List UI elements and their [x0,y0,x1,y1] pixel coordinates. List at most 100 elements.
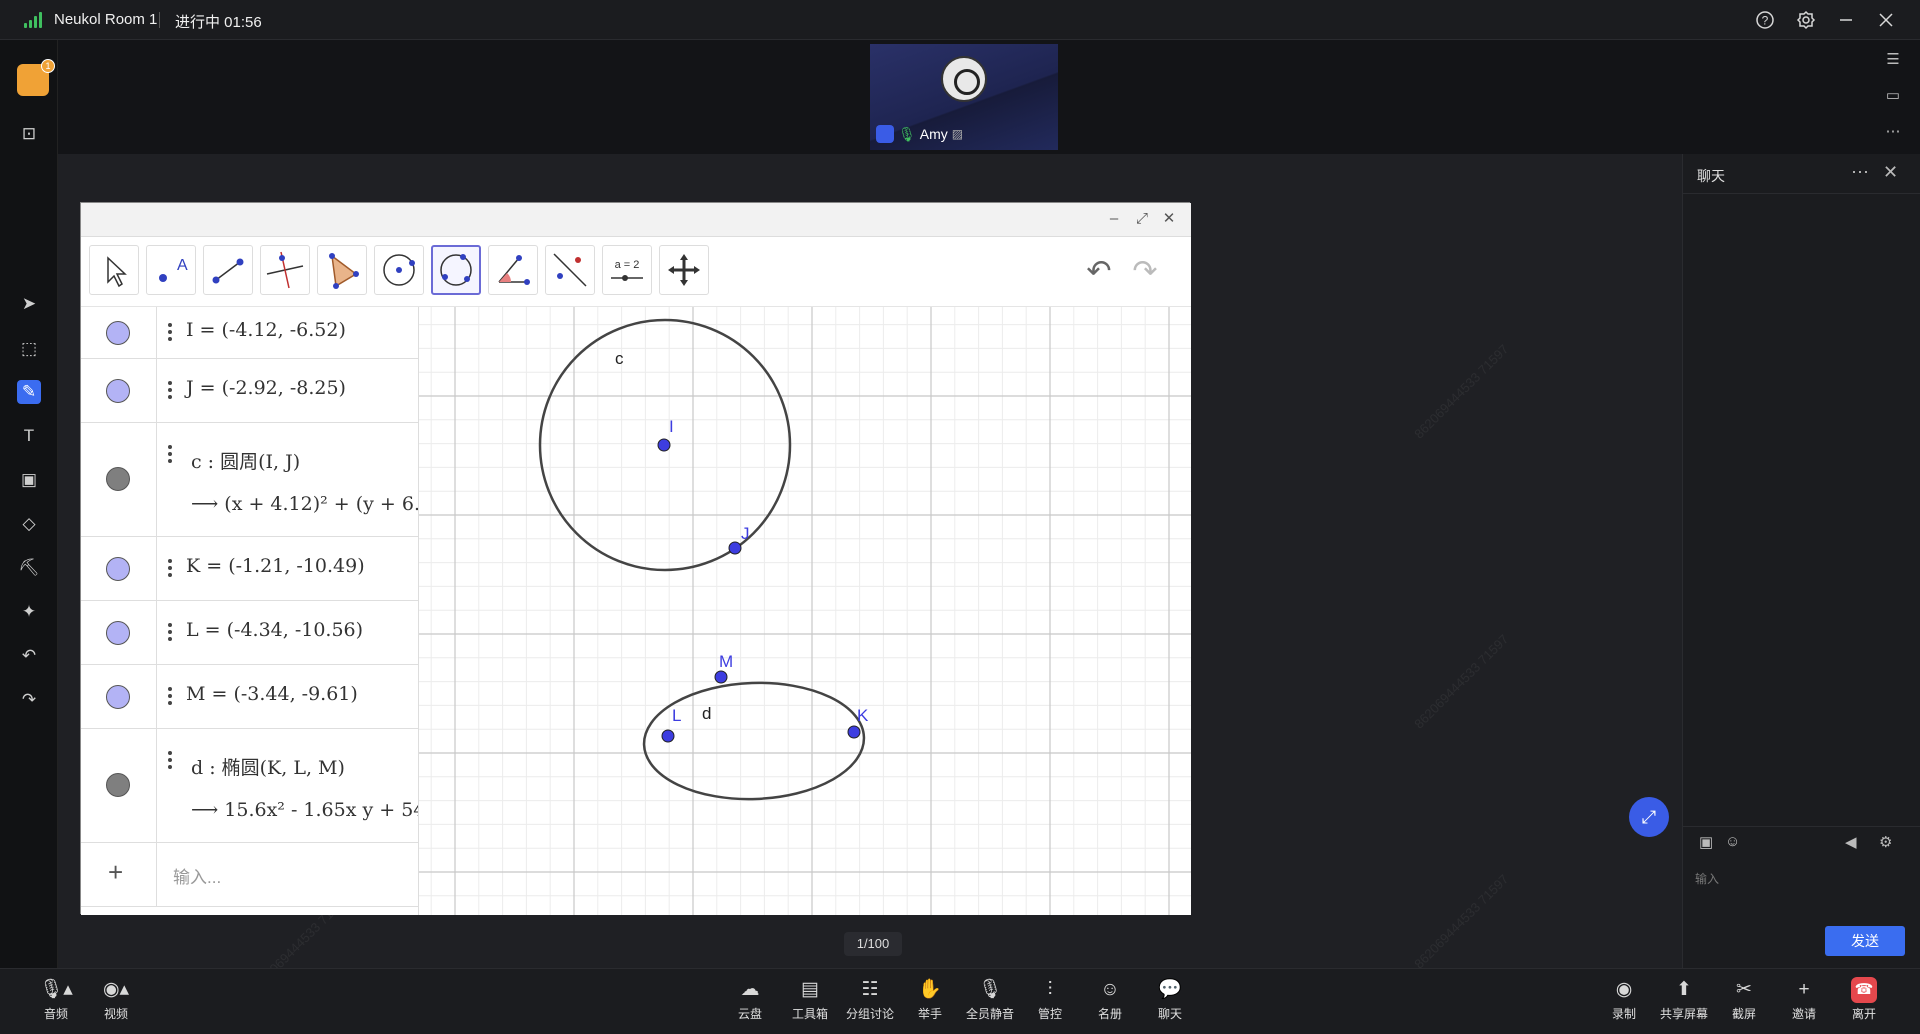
send-button[interactable]: 发送 [1825,926,1905,956]
fullscreen-icon[interactable]: ⤢ [1629,797,1669,837]
conic-through-points-tool-icon[interactable] [431,245,481,295]
algebra-item-text[interactable]: J = (-2.92, -8.25) [186,377,346,399]
move-view-tool-icon[interactable] [659,245,709,295]
point-I[interactable] [657,438,671,452]
visibility-toggle[interactable] [106,773,130,797]
algebra-row[interactable]: d : 椭圆(K, L, M) ⟶ 15.6x² - 1.65x y + 54.… [81,729,418,843]
magic-wand-icon[interactable]: ✦ [17,600,41,624]
row-menu-icon[interactable] [168,623,172,643]
undo-icon[interactable]: ↶ [1081,257,1117,287]
more-icon[interactable]: ⋯ [1882,122,1904,144]
chat-settings-icon[interactable]: ⚙ [1879,833,1892,851]
row-menu-icon[interactable] [168,751,172,771]
window-close-icon[interactable]: ✕ [1161,211,1177,227]
reflect-tool-icon[interactable] [545,245,595,295]
point-J[interactable] [728,541,742,555]
polygon-tool-icon[interactable] [317,245,367,295]
algebra-input-row[interactable]: + 输入... [81,843,418,907]
chat-close-icon[interactable]: ✕ [1883,162,1898,183]
row-menu-icon[interactable] [168,323,172,343]
algebra-item-text[interactable]: c : 圆周(I, J) [191,447,300,474]
video-button[interactable]: ◉▴ 视频 [84,977,148,1022]
visibility-toggle[interactable] [106,621,130,645]
more-icon[interactable]: ⋯ [1851,162,1869,183]
gear-icon[interactable] [1796,10,1816,30]
roster-button[interactable]: ☺ 名册 [1078,977,1142,1022]
geogebra-window[interactable]: – ⤢ ✕ A a = 2 ↶ ↷ I = (-4.12, -6.52) J =… [80,202,1191,915]
visibility-toggle[interactable] [106,557,130,581]
algebra-input[interactable]: 输入... [173,863,221,888]
controls-button[interactable]: ⫶ 管控 [1018,977,1082,1022]
algebra-row[interactable]: I = (-4.12, -6.52) [81,307,418,359]
image-icon[interactable]: ▣ [1699,833,1713,851]
select-icon[interactable]: ⬚ [17,337,41,361]
algebra-item-text[interactable]: K = (-1.21, -10.49) [186,555,365,577]
graphics-canvas[interactable]: c I J M L K d [419,307,1191,915]
algebra-row[interactable]: K = (-1.21, -10.49) [81,537,418,601]
help-icon[interactable]: ? [1755,10,1775,30]
visibility-toggle[interactable] [106,379,130,403]
screenshot-button[interactable]: ✂ 截屏 [1712,977,1776,1022]
record-button[interactable]: ◉ 录制 [1592,977,1656,1022]
visibility-toggle[interactable] [106,321,130,345]
close-icon[interactable] [1876,10,1896,30]
pen-icon[interactable]: ✎ [17,380,41,404]
perpendicular-line-tool-icon[interactable] [260,245,310,295]
chat-button[interactable]: 💬 聊天 [1138,977,1202,1022]
minimize-icon[interactable] [1836,10,1856,30]
cloud-drive-button[interactable]: ☁ 云盘 [718,977,782,1022]
undo-icon[interactable]: ↶ [17,644,41,668]
segment-tool-icon[interactable] [203,245,253,295]
raise-hand-button[interactable]: ✋ 举手 [898,977,962,1022]
text-icon[interactable]: T [17,424,41,448]
redo-icon[interactable]: ↷ [1127,257,1163,287]
visibility-toggle[interactable] [106,467,130,491]
point-M[interactable] [714,670,728,684]
emoji-icon[interactable]: ☺ [1725,833,1740,850]
algebra-item-text[interactable]: I = (-4.12, -6.52) [186,319,346,341]
row-menu-icon[interactable] [168,687,172,707]
move-tool-icon[interactable] [89,245,139,295]
image-icon[interactable]: ▣ [17,468,41,492]
point-tool-icon[interactable]: A [146,245,196,295]
brush-icon[interactable]: ⛏ [17,556,41,580]
window-minimize-icon[interactable]: – [1106,211,1122,227]
row-menu-icon[interactable] [168,559,172,579]
graphics-view[interactable]: c I J M L K d [419,307,1191,915]
redo-icon[interactable]: ↷ [17,688,41,712]
row-menu-icon[interactable] [168,381,172,401]
ellipse-d[interactable] [642,679,866,803]
point-K[interactable] [847,725,861,739]
algebra-row[interactable]: L = (-4.34, -10.56) [81,601,418,665]
comment-icon[interactable]: ▭ [1882,86,1904,108]
algebra-row[interactable]: M = (-3.44, -9.61) [81,665,418,729]
pointer-icon[interactable]: ➤ [17,292,41,316]
algebra-row[interactable]: c : 圆周(I, J) ⟶ (x + 4.12)² + (y + 6.5 [81,423,418,537]
add-icon[interactable]: + [108,857,123,888]
breakout-button[interactable]: ☷ 分组讨论 [838,977,902,1022]
toolbox-button[interactable]: ▤ 工具箱 [778,977,842,1022]
share-screen-button[interactable]: ⬆ 共享屏幕 [1652,977,1716,1022]
chat-input[interactable]: 输入 [1695,870,1719,887]
algebra-row[interactable]: J = (-2.92, -8.25) [81,359,418,423]
screenshot-icon[interactable]: ⊡ [17,122,41,146]
circle-center-tool-icon[interactable] [374,245,424,295]
announce-icon[interactable]: ◀ [1845,833,1857,851]
slider-tool-icon[interactable]: a = 2 [602,245,652,295]
audio-button[interactable]: 🎙▴ 音频 [24,977,88,1022]
leave-button[interactable]: ☎ 离开 [1832,977,1896,1022]
list-icon[interactable]: ☰ [1882,50,1904,72]
notification-icon[interactable]: 1 [17,59,55,96]
row-menu-icon[interactable] [168,445,172,465]
visibility-toggle[interactable] [106,685,130,709]
mute-all-button[interactable]: 🎙 全员静音 [958,977,1022,1022]
algebra-item-text[interactable]: L = (-4.34, -10.56) [186,619,363,641]
invite-button[interactable]: + 邀请 [1772,977,1836,1022]
angle-tool-icon[interactable] [488,245,538,295]
algebra-item-text[interactable]: d : 椭圆(K, L, M) [191,753,345,780]
algebra-item-text[interactable]: M = (-3.44, -9.61) [186,683,358,705]
video-tile[interactable]: 🎙 Amy ▨ [870,44,1058,150]
point-L[interactable] [661,729,675,743]
window-expand-icon[interactable]: ⤢ [1134,211,1150,227]
eraser-icon[interactable]: ◇ [17,512,41,536]
